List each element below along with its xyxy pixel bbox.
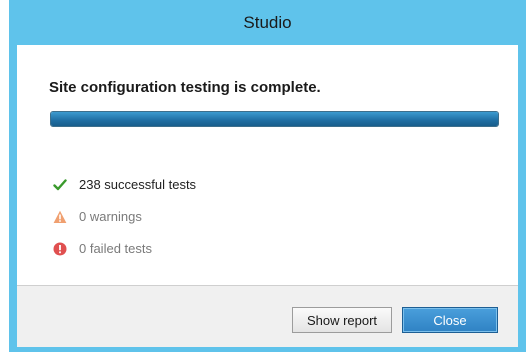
warning-icon bbox=[53, 210, 67, 224]
dialog-content: Site configuration testing is complete. … bbox=[17, 45, 518, 285]
warnings-row: 0 warnings bbox=[53, 209, 142, 224]
successful-tests-row: 238 successful tests bbox=[53, 177, 196, 192]
window-frame-left bbox=[9, 45, 17, 352]
successful-tests-label: 238 successful tests bbox=[79, 177, 197, 192]
failed-tests-row: 0 failed tests bbox=[53, 241, 152, 256]
error-icon bbox=[53, 242, 67, 256]
checkmark-icon bbox=[53, 178, 67, 192]
window-frame-bottom bbox=[9, 347, 526, 352]
progress-bar-fill bbox=[51, 112, 498, 126]
completion-heading: Site configuration testing is complete. bbox=[49, 79, 321, 96]
show-report-button[interactable]: Show report bbox=[292, 307, 392, 333]
progress-bar bbox=[50, 111, 499, 127]
window-title: Studio bbox=[243, 12, 292, 32]
window-frame-right bbox=[518, 45, 526, 352]
title-bar[interactable]: Studio bbox=[9, 0, 526, 45]
dialog-footer: Show report Close bbox=[17, 285, 518, 347]
warnings-label: 0 warnings bbox=[79, 209, 142, 224]
studio-dialog: Studio Site configuration testing is com… bbox=[9, 0, 526, 352]
failed-tests-label: 0 failed tests bbox=[79, 241, 152, 256]
close-button[interactable]: Close bbox=[402, 307, 498, 333]
